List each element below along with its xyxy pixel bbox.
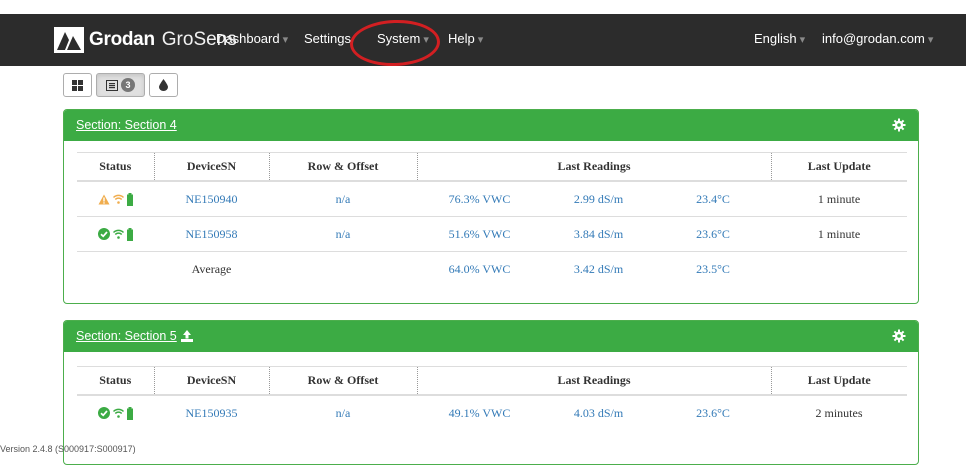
grodan-logo-icon bbox=[54, 27, 84, 53]
temp-reading: 23.6°C bbox=[655, 216, 771, 252]
nav-dashboard[interactable]: Dashboard ▾ bbox=[216, 31, 288, 46]
water-view-button[interactable] bbox=[149, 73, 178, 97]
table-row[interactable]: NE150940 n/a 76.3% VWC 2.99 dS/m 23.4°C … bbox=[77, 181, 907, 217]
last-update: 2 minutes bbox=[815, 405, 863, 420]
col-last-update: Last Update bbox=[771, 366, 907, 396]
list-count-badge: 3 bbox=[121, 78, 135, 92]
check-circle-icon bbox=[98, 228, 110, 240]
top-navbar: Grodan GroSens Dashboard ▾ Settings Syste… bbox=[0, 14, 966, 66]
vwc-reading: 51.6% VWC bbox=[417, 216, 542, 252]
window-top-strip bbox=[0, 0, 966, 14]
col-last-update: Last Update bbox=[771, 152, 907, 182]
table-header-row: Status DeviceSN Row & Offset Last Readin… bbox=[77, 366, 907, 396]
chevron-down-icon: ▾ bbox=[799, 34, 806, 46]
row-offset[interactable]: n/a bbox=[269, 216, 417, 252]
battery-icon bbox=[127, 406, 133, 420]
status-cell bbox=[77, 216, 154, 252]
device-sn[interactable]: NE150940 bbox=[154, 181, 269, 217]
col-row-offset: Row & Offset bbox=[269, 366, 418, 396]
last-update: 1 minute bbox=[771, 181, 907, 217]
wifi-signal-icon bbox=[113, 408, 124, 418]
section-panel: Section: Section 5 Status DeviceSN Row &… bbox=[63, 320, 919, 465]
nav-settings[interactable]: Settings bbox=[304, 31, 351, 46]
chevron-down-icon: ▾ bbox=[282, 34, 289, 46]
nav-help[interactable]: Help ▾ bbox=[448, 31, 483, 46]
col-status: Status bbox=[77, 366, 155, 396]
col-last-readings: Last Readings bbox=[417, 152, 772, 182]
section-header: Section: Section 4 bbox=[64, 110, 918, 141]
chevron-down-icon: ▾ bbox=[927, 34, 934, 46]
chevron-down-icon: ▾ bbox=[477, 34, 484, 46]
last-update: 1 minute bbox=[771, 216, 907, 252]
row-offset[interactable]: n/a bbox=[269, 181, 417, 217]
section-header: Section: Section 5 bbox=[64, 321, 918, 352]
col-status: Status bbox=[77, 152, 155, 182]
row-offset[interactable]: n/a bbox=[269, 395, 417, 430]
section-title: Section: Section 4 bbox=[76, 118, 177, 132]
col-devicesn: DeviceSN bbox=[154, 152, 270, 182]
average-row: Average 64.0% VWC 3.42 dS/m 23.5°C bbox=[77, 252, 907, 287]
gear-icon[interactable] bbox=[892, 118, 906, 132]
warning-icon bbox=[98, 194, 110, 204]
ec-reading: 3.84 dS/m bbox=[542, 216, 655, 252]
device-sn[interactable]: NE150958 bbox=[154, 216, 269, 252]
brand[interactable]: Grodan GroSens bbox=[54, 25, 237, 55]
wifi-signal-icon bbox=[113, 194, 124, 204]
temp-reading: 23.6°C bbox=[696, 405, 730, 420]
section-title: Section: Section 5 bbox=[76, 329, 177, 343]
empty-cell bbox=[269, 252, 417, 287]
nav-dashboard-label: Dashboard bbox=[216, 31, 280, 46]
col-last-readings: Last Readings bbox=[417, 366, 772, 396]
readings-table: Status DeviceSN Row & Offset Last Readin… bbox=[77, 152, 907, 286]
device-sn[interactable]: NE150935 bbox=[154, 395, 269, 430]
grid-icon bbox=[72, 79, 83, 91]
table-header-row: Status DeviceSN Row & Offset Last Readin… bbox=[77, 152, 907, 182]
list-view-button[interactable]: 3 bbox=[96, 73, 145, 97]
section-panel: Section: Section 4 Status DeviceSN Row &… bbox=[63, 109, 919, 304]
nav-help-label: Help bbox=[448, 31, 475, 46]
ec-reading: 4.03 dS/m bbox=[573, 405, 624, 420]
empty-cell bbox=[77, 252, 154, 287]
table-row[interactable]: NE150958 n/a 51.6% VWC 3.84 dS/m 23.6°C … bbox=[77, 216, 907, 252]
view-toolbar: 3 bbox=[63, 73, 178, 97]
upload-icon bbox=[180, 330, 193, 342]
user-menu[interactable]: info@grodan.com ▾ bbox=[822, 31, 933, 46]
table-row[interactable]: NE150935 n/a 49.1% VWC 4.03 dS/m 23.6°C … bbox=[77, 395, 907, 430]
language-menu[interactable]: English ▾ bbox=[754, 31, 805, 46]
empty-cell bbox=[771, 252, 907, 287]
user-email: info@grodan.com bbox=[822, 31, 925, 46]
section-title-link[interactable]: Section: Section 5 bbox=[76, 329, 193, 343]
temp-reading: 23.4°C bbox=[655, 181, 771, 217]
section-title-link[interactable]: Section: Section 4 bbox=[76, 118, 177, 132]
avg-vwc: 64.0% VWC bbox=[448, 261, 511, 276]
language-label: English bbox=[754, 31, 797, 46]
avg-temp: 23.5°C bbox=[696, 261, 730, 276]
check-circle-icon bbox=[98, 407, 110, 419]
wifi-signal-icon bbox=[113, 229, 124, 239]
col-row-offset: Row & Offset bbox=[269, 152, 418, 182]
brand-name: Grodan bbox=[89, 29, 155, 50]
status-cell bbox=[77, 395, 154, 430]
nav-settings-label: Settings bbox=[304, 31, 351, 46]
readings-table: Status DeviceSN Row & Offset Last Readin… bbox=[77, 366, 907, 430]
average-label: Average bbox=[191, 261, 232, 276]
list-icon bbox=[106, 79, 118, 91]
ec-reading: 2.99 dS/m bbox=[542, 181, 655, 217]
battery-icon bbox=[127, 192, 133, 206]
col-devicesn: DeviceSN bbox=[154, 366, 270, 396]
status-cell bbox=[77, 181, 154, 217]
battery-icon bbox=[127, 227, 133, 241]
avg-ec: 3.42 dS/m bbox=[573, 261, 624, 276]
vwc-reading: 49.1% VWC bbox=[448, 405, 511, 420]
water-drop-icon bbox=[159, 79, 168, 91]
grid-view-button[interactable] bbox=[63, 73, 92, 97]
gear-icon[interactable] bbox=[892, 329, 906, 343]
vwc-reading: 76.3% VWC bbox=[417, 181, 542, 217]
